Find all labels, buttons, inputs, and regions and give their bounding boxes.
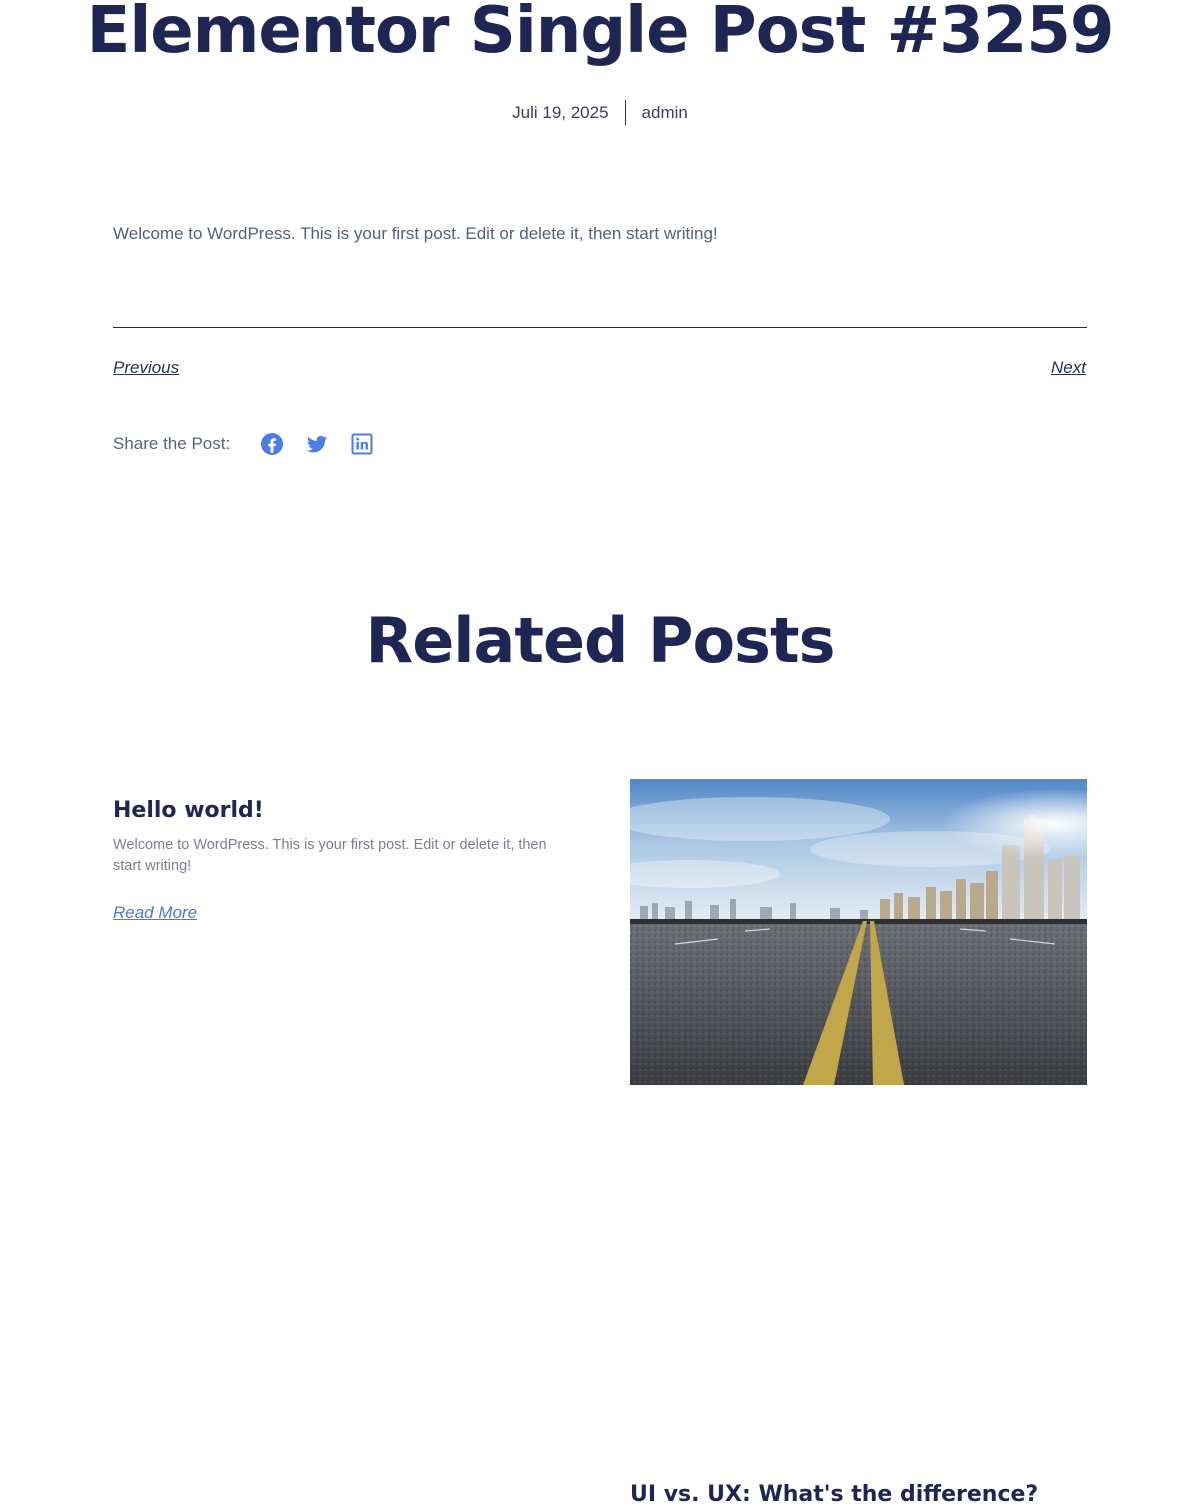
share-bar: Share the Post: — [113, 432, 395, 456]
post-title: Elementor Single Post #3259 — [86, 0, 1115, 68]
read-more-link[interactable]: Read More — [113, 903, 197, 923]
linkedin-icon[interactable] — [350, 432, 374, 456]
share-label: Share the Post: — [113, 434, 231, 453]
city-road-image[interactable] — [630, 779, 1087, 1085]
post-content: Welcome to WordPress. This is your first… — [113, 224, 718, 243]
post-meta: Juli 19, 2025 admin — [0, 100, 1200, 125]
related-posts-title: Related Posts — [365, 604, 835, 677]
next-post-link[interactable]: Next — [1051, 358, 1086, 378]
related-post-title-2[interactable]: UI vs. UX: What's the difference? — [630, 1482, 1038, 1507]
post-author[interactable]: admin — [642, 103, 688, 123]
divider — [113, 327, 1087, 328]
related-post-excerpt: Welcome to WordPress. This is your first… — [113, 837, 547, 874]
previous-post-link[interactable]: Previous — [113, 358, 179, 378]
facebook-icon[interactable] — [260, 432, 284, 456]
post-date: Juli 19, 2025 — [512, 102, 609, 122]
twitter-icon[interactable] — [305, 432, 329, 456]
related-post-title[interactable]: Hello world! — [113, 798, 264, 823]
meta-separator — [624, 100, 626, 125]
